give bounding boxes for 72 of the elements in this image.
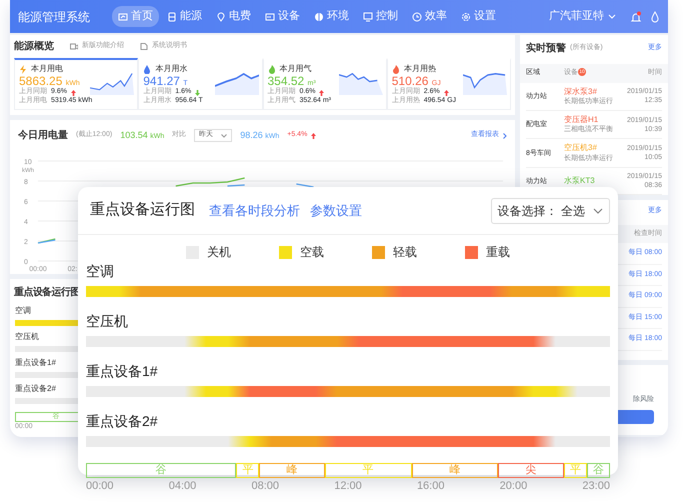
time-label: 12:00	[334, 479, 362, 494]
legend-label: 空载	[300, 244, 324, 261]
sparkline-drawing	[463, 73, 507, 95]
device-select[interactable]: 设备选择： 全选	[490, 198, 610, 224]
drop-icon	[143, 64, 152, 74]
period-segment: 平	[564, 463, 587, 478]
sparkline-drawing	[338, 73, 383, 95]
panel-title: 今日用电量	[18, 128, 68, 143]
device-name: 水泵KT3	[564, 176, 595, 186]
app-title: 能源管理系统	[18, 8, 90, 26]
panel-title: 实时预警	[526, 41, 566, 56]
caret-icon	[221, 134, 228, 138]
metric-label: 本月用气	[280, 63, 312, 75]
nav-tab[interactable]: 能源	[161, 6, 208, 27]
device-label: 空压机	[86, 312, 128, 331]
device-label: 重点设备1#	[15, 357, 56, 369]
device-label: 空压机	[15, 331, 39, 343]
device-label: 重点设备2#	[15, 383, 56, 395]
nav-tab[interactable]: 环境	[308, 6, 355, 27]
database-icon	[167, 12, 177, 22]
link[interactable]: 查看各时段分析	[209, 200, 300, 220]
sparkline-drawing	[90, 73, 134, 95]
time-label: 16:00	[416, 479, 444, 494]
device-label: 空调	[15, 305, 31, 317]
nav-tab[interactable]: 设置	[455, 6, 502, 27]
bolt-icon	[19, 64, 27, 74]
metric-label: 本月用电	[31, 63, 63, 75]
sparkline-drawing	[214, 73, 258, 95]
legend-label: 重载	[486, 244, 510, 261]
document-icon	[140, 43, 148, 50]
device-name: 变压器H1	[564, 114, 600, 125]
metric-label: 本月用热	[404, 63, 436, 75]
company-dropdown[interactable]: 广汽菲亚特	[543, 7, 622, 26]
legend-label: 关机	[207, 244, 231, 261]
period-segment: 谷	[586, 463, 610, 478]
chevron-down-icon	[593, 208, 603, 214]
period-segment: 平	[324, 463, 412, 478]
nav-tab[interactable]: 设备	[259, 6, 306, 27]
nav-tab[interactable]: 效率	[406, 6, 453, 27]
card-title: 重点设备运行图	[90, 200, 195, 220]
device-label: 重点设备1#	[86, 362, 158, 381]
device-label: 空调	[86, 262, 114, 281]
drop-icon[interactable]	[650, 10, 660, 22]
metric-label: 本月用水	[155, 63, 188, 75]
time-label: 23:00	[582, 479, 610, 494]
caret-icon	[608, 14, 616, 19]
legend-label: 轻载	[393, 244, 417, 261]
time-label: 04:00	[168, 479, 196, 494]
screen-icon	[363, 12, 373, 22]
device-name: 空压机3#	[564, 143, 598, 154]
panel-title: 能源概览	[14, 40, 54, 54]
device-name: 深水泵3#	[564, 86, 598, 97]
device-icon	[265, 12, 275, 22]
monitor-icon	[118, 12, 128, 22]
period-segment: 尖	[498, 463, 564, 478]
period-segment: 谷	[86, 463, 236, 478]
period-segment: 峰	[259, 463, 325, 478]
nav-tab[interactable]: 电费	[210, 6, 257, 27]
time-label: 00:00	[86, 479, 114, 494]
nav-tab[interactable]: 首页	[112, 6, 159, 27]
nav-tab[interactable]: 控制	[357, 6, 404, 27]
clock-icon	[412, 12, 422, 22]
period-segment: 平	[236, 463, 260, 478]
bell-icon[interactable]	[630, 10, 642, 22]
time-label: 08:00	[251, 479, 279, 494]
video-icon	[70, 43, 78, 50]
chevron-icon	[503, 132, 507, 138]
period-segment: 峰	[412, 463, 498, 478]
location-pin-icon	[216, 12, 226, 22]
time-label: 20:00	[500, 479, 528, 494]
link[interactable]: 参数设置	[310, 200, 362, 220]
settings-icon	[461, 12, 471, 22]
